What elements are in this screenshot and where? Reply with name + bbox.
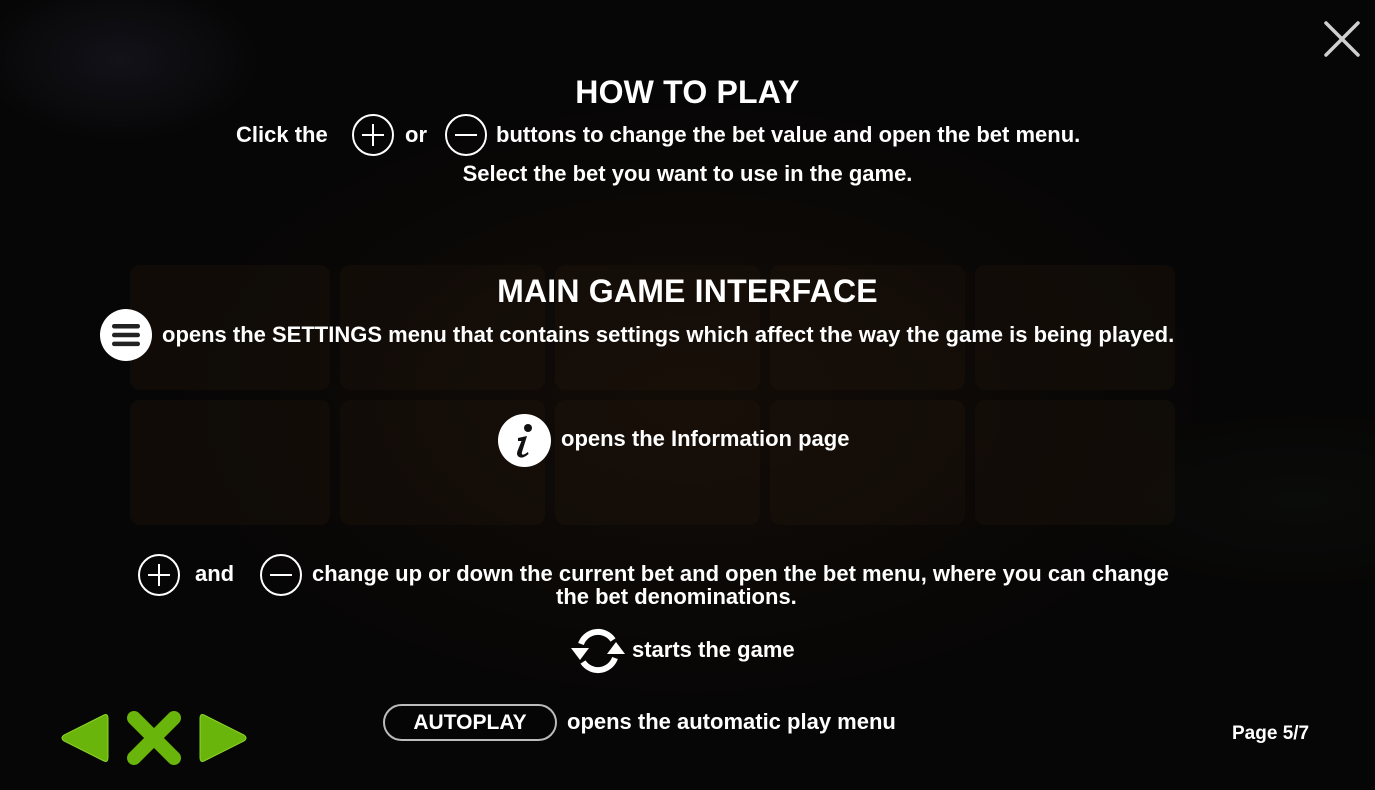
how-to-play-line1-suffix: buttons to change the bet value and open… <box>496 122 1081 147</box>
settings-description: opens the SETTINGS menu that contains se… <box>162 322 1175 347</box>
main-interface-title: MAIN GAME INTERFACE <box>497 273 878 309</box>
minus-icon <box>260 554 302 596</box>
how-to-play-line2: Select the bet you want to use in the ga… <box>462 161 913 186</box>
plus-icon <box>138 554 180 596</box>
info-icon <box>498 414 551 467</box>
spin-icon <box>571 628 625 674</box>
info-description: opens the Information page <box>561 426 850 451</box>
settings-menu-icon <box>100 309 152 361</box>
dimmed-game-background <box>0 0 1375 790</box>
triangle-left-icon[interactable] <box>58 709 110 767</box>
how-to-play-line1-prefix: Click the <box>236 122 328 147</box>
minus-icon <box>445 114 487 156</box>
spin-description: starts the game <box>632 637 795 662</box>
triangle-right-icon[interactable] <box>198 709 250 767</box>
how-to-play-or: or <box>405 122 427 147</box>
bet-and-text: and <box>195 561 235 586</box>
close-icon[interactable] <box>1322 19 1362 59</box>
plus-icon <box>352 114 394 156</box>
autoplay-button: AUTOPLAY <box>383 704 557 741</box>
autoplay-description: opens the automatic play menu <box>567 709 896 734</box>
how-to-play-title: HOW TO PLAY <box>575 74 800 110</box>
bet-description-line2: the bet denominations. <box>556 584 797 609</box>
page-indicator: Page 5/7 <box>1232 723 1310 744</box>
x-icon[interactable] <box>124 708 184 768</box>
